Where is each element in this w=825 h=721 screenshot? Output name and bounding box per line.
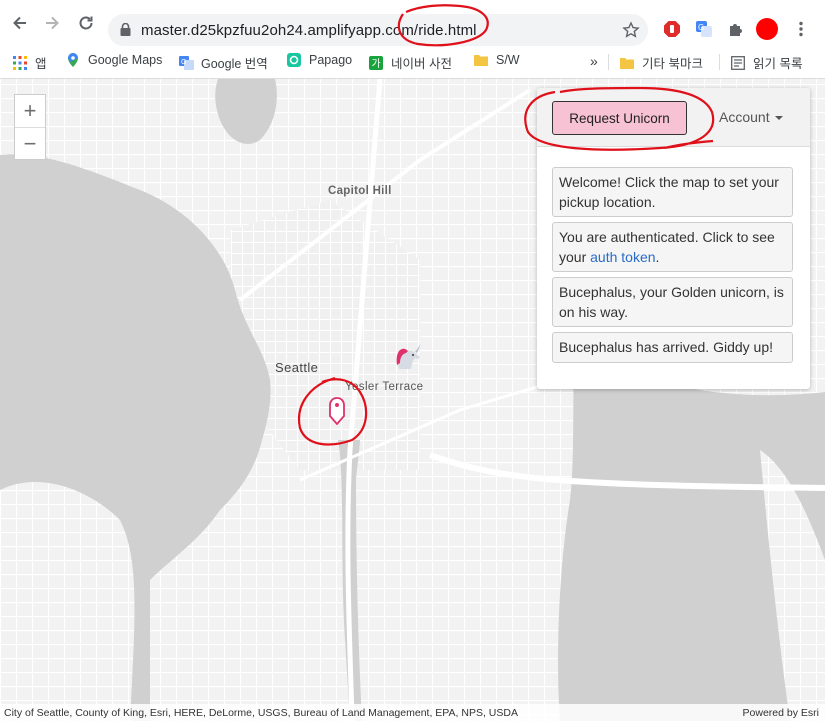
bookmarks-divider xyxy=(719,54,720,70)
message-on-the-way: Bucephalus, your Golden unicorn, is on h… xyxy=(552,277,793,327)
caret-down-icon xyxy=(775,116,784,121)
bookmark-label: Google 번역 xyxy=(201,57,268,71)
svg-text:가: 가 xyxy=(372,58,381,70)
bookmark-label: 기타 북마크 xyxy=(642,57,703,71)
translate-icon: G xyxy=(179,55,194,70)
bookmarks-divider xyxy=(608,54,609,70)
profile-avatar[interactable] xyxy=(756,18,778,40)
powered-by-esri[interactable]: Powered by Esri xyxy=(743,707,819,719)
panel-header: Request Unicorn Account xyxy=(537,88,810,147)
translate-extension-icon[interactable]: G xyxy=(695,20,713,38)
auth-message-suffix: . xyxy=(655,249,660,265)
apps-grid-icon xyxy=(13,55,27,70)
map-attribution: City of Seattle, County of King, Esri, H… xyxy=(0,704,825,721)
svg-text:G: G xyxy=(181,59,186,66)
adblock-icon[interactable] xyxy=(663,20,681,38)
map-label-yesler-terrace: Yesler Terrace xyxy=(345,381,424,393)
account-label: Account xyxy=(719,109,770,125)
attribution-text: City of Seattle, County of King, Esri, H… xyxy=(4,707,518,719)
zoom-in-button[interactable]: + xyxy=(15,95,45,128)
menu-kebab-icon[interactable] xyxy=(792,20,810,38)
bookmark-label: 네이버 사전 xyxy=(391,57,452,71)
lock-icon xyxy=(120,22,131,41)
message-arrived: Bucephalus has arrived. Giddy up! xyxy=(552,332,793,363)
svg-text:G: G xyxy=(698,23,704,32)
ride-panel: Request Unicorn Account Welcome! Click t… xyxy=(537,88,810,389)
folder-icon xyxy=(474,53,488,67)
account-dropdown[interactable]: Account xyxy=(719,109,784,125)
bookmark-label: Papago xyxy=(309,53,353,67)
zoom-out-button[interactable]: − xyxy=(15,128,45,160)
bookmark-naver-dictionary[interactable]: 가 네이버 사전 xyxy=(369,53,452,72)
naver-dictionary-icon: 가 xyxy=(369,55,383,70)
bookmark-sw-folder[interactable]: S/W xyxy=(474,53,520,67)
bookmark-apps[interactable]: 앱 xyxy=(13,53,47,72)
bookmarks-bar: 앱 Google Maps G Google 번역 Papago 가 네이버 사… xyxy=(0,46,825,79)
extensions-puzzle-icon[interactable] xyxy=(727,20,745,38)
bookmarks-overflow-button[interactable]: » xyxy=(590,53,598,69)
map-label-capitol-hill: Capitol Hill xyxy=(328,185,392,197)
bookmark-label: 읽기 목록 xyxy=(753,57,803,71)
zoom-control: + − xyxy=(14,94,46,160)
address-bar[interactable]: master.d25kpzfuu2oh24.amplifyapp.com/rid… xyxy=(108,14,648,46)
bookmark-google-translate[interactable]: G Google 번역 xyxy=(179,53,268,72)
maps-pin-icon xyxy=(66,53,80,67)
url-text: master.d25kpzfuu2oh24.amplifyapp.com/rid… xyxy=(141,22,477,39)
forward-icon[interactable] xyxy=(40,11,64,35)
message-authenticated: You are authenticated. Click to see your… xyxy=(552,222,793,272)
bookmark-papago[interactable]: Papago xyxy=(287,53,352,67)
bookmark-label: Google Maps xyxy=(88,53,163,67)
papago-icon xyxy=(287,53,301,67)
star-icon[interactable] xyxy=(622,21,640,44)
request-unicorn-button[interactable]: Request Unicorn xyxy=(552,101,687,135)
bookmark-google-maps[interactable]: Google Maps xyxy=(66,53,162,67)
map-label-seattle: Seattle xyxy=(275,360,319,375)
map-canvas[interactable]: + − Capitol Hill Seattle Yesler Terrace … xyxy=(0,79,825,721)
reading-list-icon xyxy=(731,55,745,70)
bookmark-reading-list[interactable]: 읽기 목록 xyxy=(731,53,802,72)
folder-icon xyxy=(620,56,634,70)
back-icon[interactable] xyxy=(8,11,32,35)
auth-token-link[interactable]: auth token xyxy=(590,249,655,265)
message-welcome: Welcome! Click the map to set your picku… xyxy=(552,167,793,217)
bookmark-other-folder[interactable]: 기타 북마크 xyxy=(620,53,703,72)
bookmark-label: 앱 xyxy=(35,57,47,71)
bookmark-label: S/W xyxy=(496,53,520,67)
browser-toolbar: master.d25kpzfuu2oh24.amplifyapp.com/rid… xyxy=(0,0,825,46)
reload-icon[interactable] xyxy=(74,11,98,35)
